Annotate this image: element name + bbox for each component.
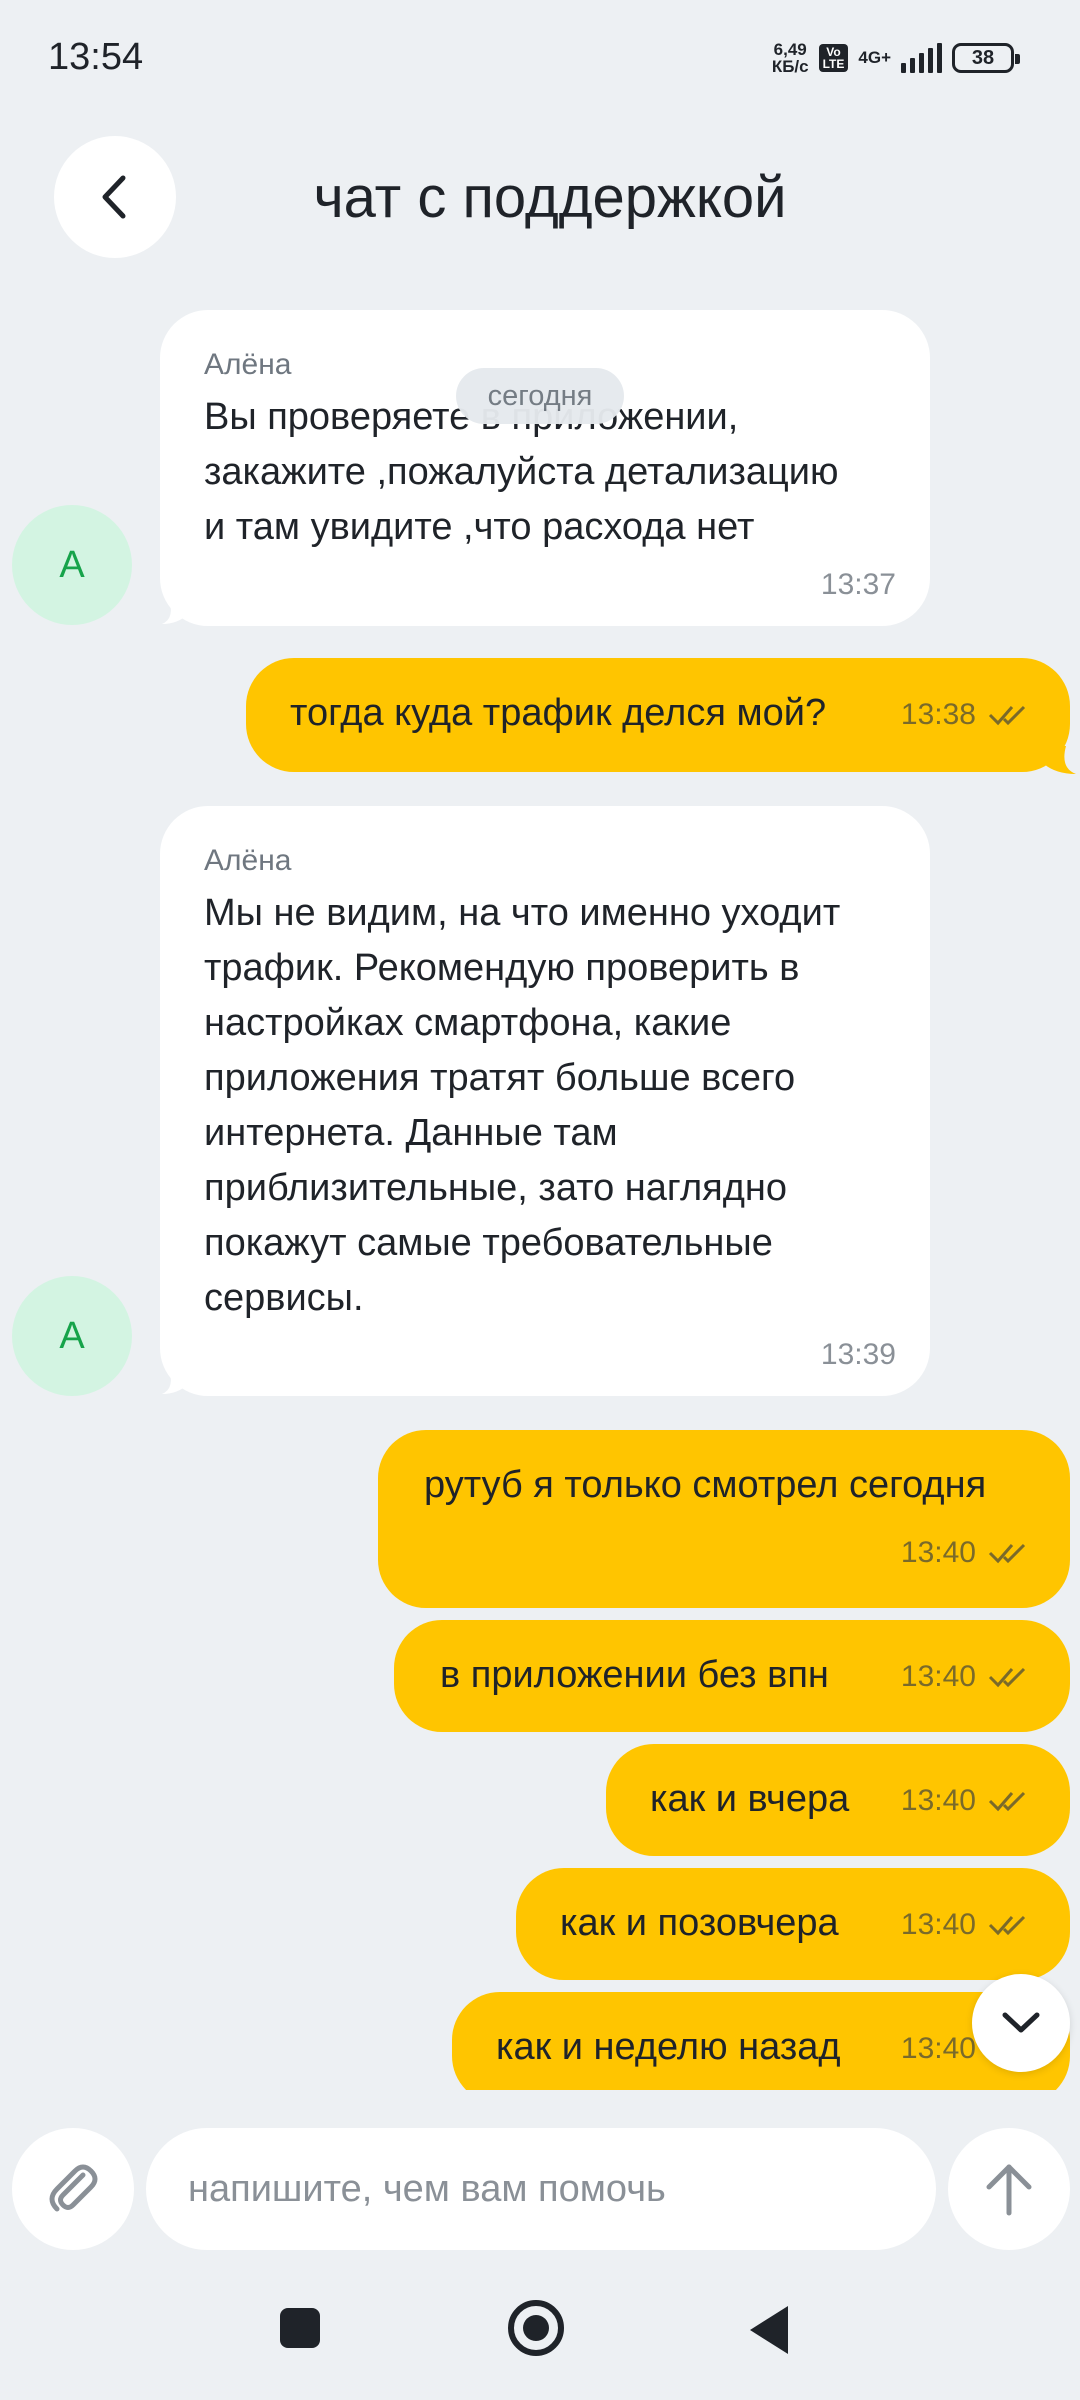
paperclip-icon [49,2164,98,2212]
message-line: приложения тратят больше всего [204,1057,796,1099]
double-check-icon [988,1667,1026,1688]
message-line: трафик. Рекомендую проверить в [204,947,800,989]
bubble-tail [1044,746,1076,774]
message-line: Мы не видим, на что именно уходит [204,892,841,934]
composer: напишите, чем вам помочь [0,2128,1080,2252]
agent-avatar: А [12,505,132,625]
message-text: тогда куда трафик делся мой? [290,692,827,734]
sender-name: Алёна [204,844,292,877]
message-line: приблизительные, зато наглядно [204,1167,787,1209]
message-time: 13:40 [900,1784,976,1817]
arrow-up-icon [986,2164,1032,2216]
double-check-icon [988,1791,1026,1812]
message-meta: 13:40 [901,1908,1030,1942]
volte-icon: Vo LTE [818,44,849,72]
outgoing-message[interactable]: тогда куда трафик делся мой? 13:38 [246,658,1070,772]
signal-icon [901,43,942,73]
message-text: как и позовчера [560,1902,839,1944]
agent-avatar: А [12,1276,132,1396]
system-back-button[interactable] [750,2306,788,2354]
attach-button[interactable] [12,2128,134,2250]
scroll-down-circle[interactable] [972,1974,1070,2072]
message-text: как и вчера [650,1778,850,1820]
outgoing-message[interactable]: в приложении без впн 13:40 [394,1620,1070,1732]
message-list[interactable]: сегодня А Алёна Вы проверяете в приложен… [0,300,1080,2090]
network-speed-unit: КБ/с [771,57,809,76]
network-speed: 6,49 КБ/с [772,41,809,75]
chevron-down-icon [1002,2012,1040,2033]
message-time: 13:40 [900,1908,976,1941]
volte-bottom-label: LTE [822,57,845,71]
message-meta: 13:40 [901,1660,1030,1694]
status-bar: 13:54 6,49 КБ/с Vo LTE 4G+ 38 [0,0,1080,110]
avatar-letter: А [59,543,85,586]
bubble-tail [162,596,188,624]
message-line: настройках смартфона, какие [204,1002,732,1044]
outgoing-message[interactable]: как и позовчера 13:40 [516,1868,1070,1980]
bubble-tail [162,1366,188,1394]
message-time: 13:40 [900,1660,976,1693]
message-text: Мы не видим, на что именно уходит трафик… [204,886,886,1326]
network-type: 4G+ [858,48,891,67]
message-text: рутуб я только смотрел сегодня [424,1464,987,1506]
scroll-down-button[interactable] [972,1974,1080,2112]
home-dot-icon [523,2315,549,2341]
system-nav-bar [0,2272,1080,2400]
page-title: чат с поддержкой [313,165,787,230]
battery-icon: 38 [952,43,1020,73]
battery-level: 38 [971,46,995,69]
status-icons: 6,49 КБ/с Vo LTE 4G+ 38 [772,38,1020,78]
recents-button[interactable] [280,2308,320,2348]
incoming-message[interactable]: Алёна Вы проверяете в приложении, закажи… [160,310,930,626]
outgoing-message[interactable]: как и вчера 13:40 [606,1744,1070,1856]
message-line: покажут самые требовательные [204,1222,773,1264]
double-check-icon [988,1543,1026,1564]
outgoing-message[interactable]: рутуб я только смотрел сегодня 13:40 [378,1430,1070,1608]
message-meta: 13:38 [901,698,1030,732]
message-line: закажите ,пожалуйста детализацию [204,451,839,493]
message-text: как и неделю назад [496,2026,841,2068]
date-separator: сегодня [456,368,624,424]
incoming-message[interactable]: Алёна Мы не видим, на что именно уходит … [160,806,930,1396]
message-meta: 13:40 [901,1784,1030,1818]
message-time: 13:37 [820,568,896,601]
message-text: в приложении без впн [440,1654,829,1696]
send-button[interactable] [948,2128,1070,2250]
message-line: сервисы. [204,1277,364,1319]
message-time: 13:38 [900,698,976,731]
network-speed-value: 6,49 [773,40,807,59]
message-input[interactable]: напишите, чем вам помочь [146,2128,936,2250]
avatar-letter: А [59,1314,85,1357]
message-line: интернета. Данные там [204,1112,618,1154]
home-button[interactable] [508,2300,564,2356]
status-time: 13:54 [48,36,144,78]
message-meta: 13:40 [901,1536,1030,1570]
message-time: 13:40 [900,2032,976,2065]
double-check-icon [988,1915,1026,1936]
message-input-placeholder: напишите, чем вам помочь [188,2167,666,2210]
message-line: и там увидите ,что расхода нет [204,506,755,548]
message-time: 13:40 [900,1536,976,1569]
message-time: 13:39 [820,1338,896,1371]
chat-header: чат с поддержкой [0,136,1080,260]
double-check-icon [988,705,1026,726]
